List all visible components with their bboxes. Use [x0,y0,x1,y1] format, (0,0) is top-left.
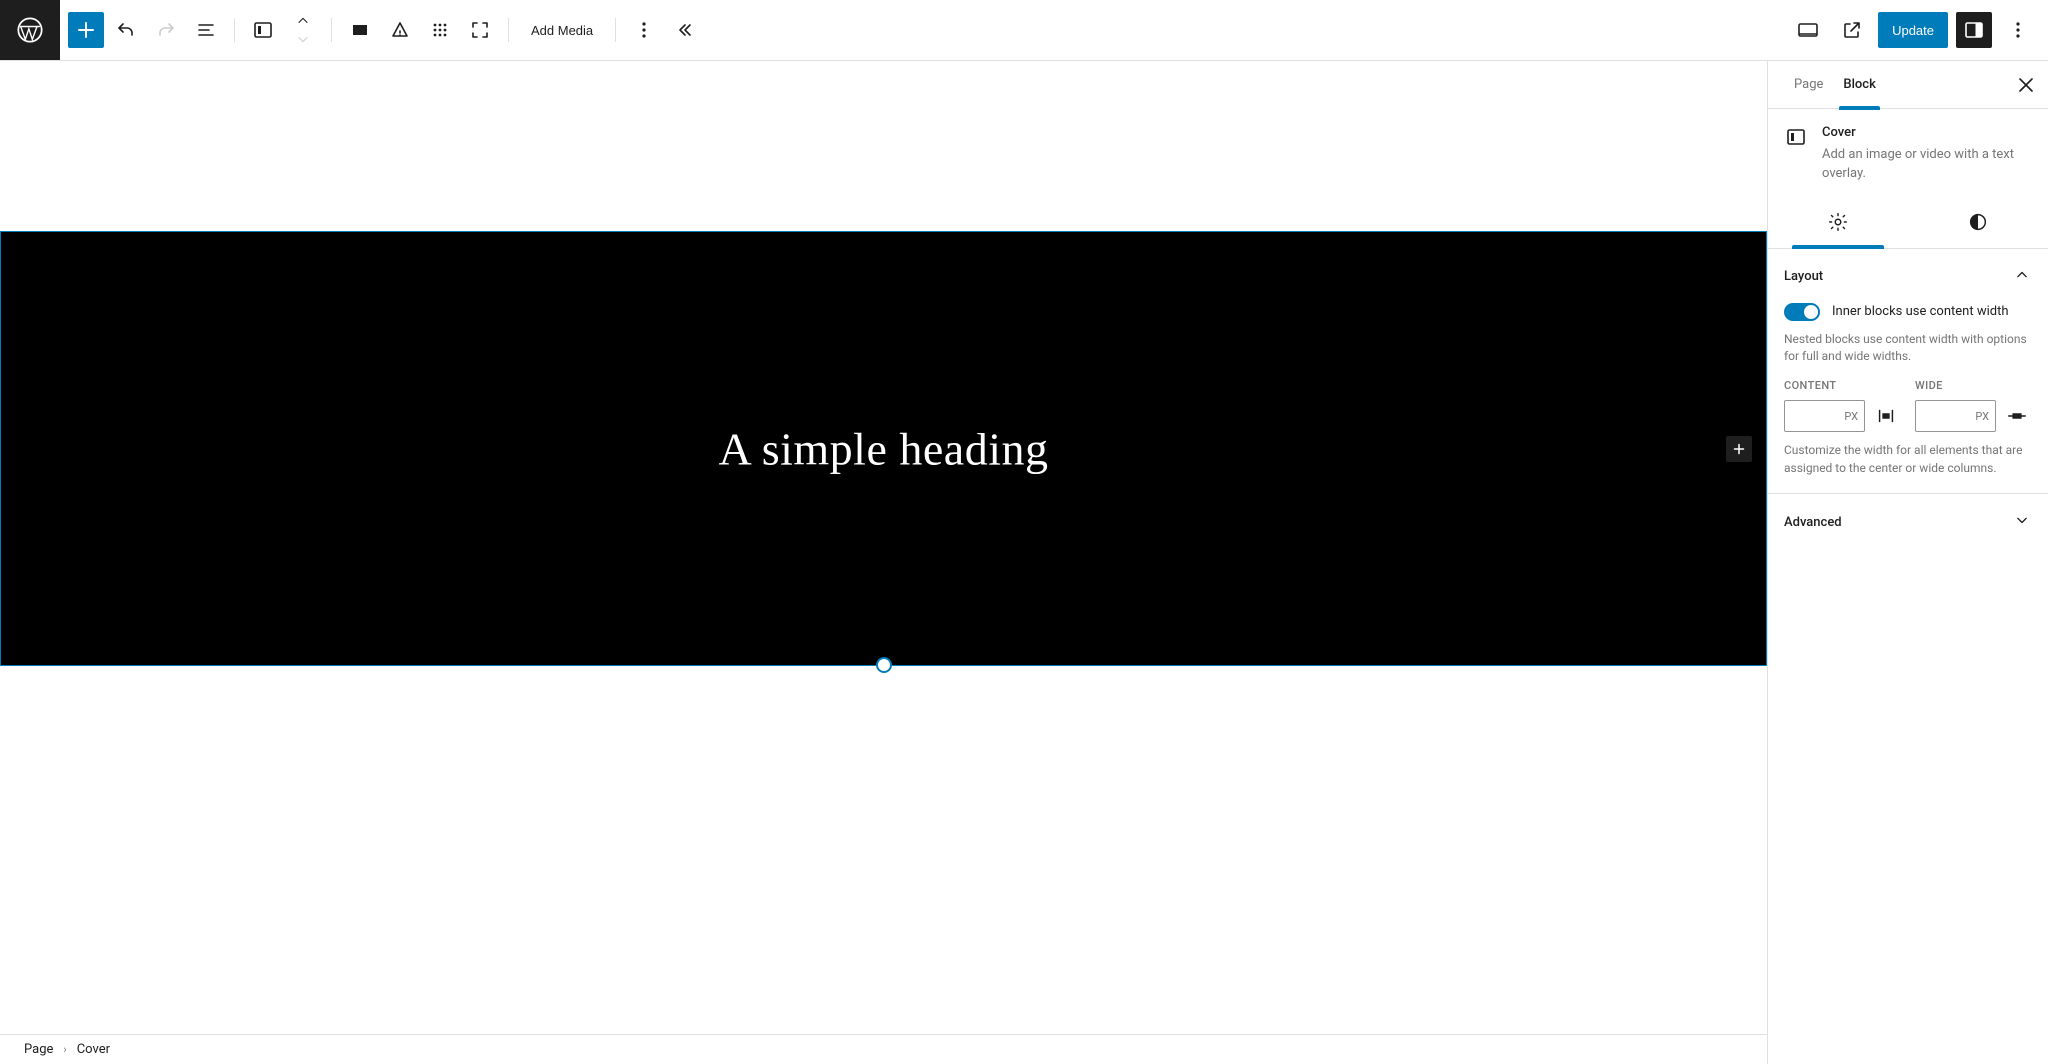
move-down-button[interactable] [285,30,321,48]
content-width-label: CONTENT [1784,379,1901,392]
resize-handle[interactable] [876,657,892,673]
content-width-icon[interactable] [1871,401,1901,431]
wide-width-icon[interactable] [2002,401,2032,431]
settings-subtab[interactable] [1768,200,1908,248]
add-media-button[interactable]: Add Media [519,12,605,48]
move-up-button[interactable] [285,12,321,30]
chevron-right-icon: › [63,1043,66,1056]
advanced-panel-header[interactable]: Advanced [1784,510,2032,534]
content-position-button[interactable] [382,12,418,48]
toolbar-separator [331,18,332,42]
layout-help-1: Nested blocks use content width with opt… [1784,331,2032,366]
block-description: Add an image or video with a text overla… [1822,146,2032,184]
document-overview-button[interactable] [188,12,224,48]
tab-page[interactable]: Page [1784,61,1833,109]
update-button[interactable]: Update [1878,12,1948,48]
inner-blocks-toggle-label: Inner blocks use content width [1832,304,2009,319]
unit-label: PX [1975,410,1989,423]
gear-icon [1827,211,1849,237]
add-block-button[interactable] [68,12,104,48]
close-sidebar-button[interactable] [2008,67,2044,103]
block-card: Cover Add an image or video with a text … [1768,109,2048,200]
align-button[interactable] [342,12,378,48]
collapse-toolbar-button[interactable] [666,12,702,48]
chevron-up-icon [2012,265,2032,289]
block-options-button[interactable] [626,12,662,48]
layout-help-2: Customize the width for all elements tha… [1784,442,2032,477]
settings-sidebar: Page Block Cover Add an image or video w… [1767,61,2048,1064]
styles-subtab[interactable] [1908,200,2048,248]
breadcrumb-root[interactable]: Page [24,1042,53,1057]
wide-width-label: WIDE [1915,379,2032,392]
layout-panel-header[interactable]: Layout [1784,265,2032,289]
advanced-panel-title: Advanced [1784,515,1842,530]
cover-block-icon[interactable] [245,12,281,48]
block-breadcrumb: Page › Cover [0,1034,1767,1064]
layout-panel-title: Layout [1784,269,1823,284]
top-toolbar: Add Media Update [0,0,2048,61]
redo-button[interactable] [148,12,184,48]
options-button[interactable] [2000,12,2036,48]
editor-canvas[interactable]: A simple heading [0,61,1767,1034]
settings-sidebar-button[interactable] [1956,12,1992,48]
wide-width-input[interactable]: PX [1915,400,1996,432]
wordpress-logo-button[interactable] [0,0,60,60]
view-page-button[interactable] [1834,12,1870,48]
tab-block[interactable]: Block [1833,61,1885,109]
inner-blocks-toggle[interactable] [1784,303,1820,321]
view-button[interactable] [1790,12,1826,48]
add-inner-block-button[interactable] [1726,436,1752,462]
advanced-panel: Advanced [1768,494,2048,550]
toggle-full-height-button[interactable] [422,12,458,48]
cover-icon [1784,125,1808,149]
toolbar-separator [615,18,616,42]
fullscreen-button[interactable] [462,12,498,48]
toolbar-separator [234,18,235,42]
layout-panel: Layout Inner blocks use content width Ne… [1768,249,2048,495]
unit-label: PX [1844,410,1858,423]
toolbar-separator [508,18,509,42]
styles-icon [1967,211,1989,237]
breadcrumb-current[interactable]: Cover [77,1042,110,1057]
cover-block[interactable]: A simple heading [0,231,1767,666]
undo-button[interactable] [108,12,144,48]
chevron-down-icon [2012,510,2032,534]
block-title: Cover [1822,125,2032,140]
content-width-input[interactable]: PX [1784,400,1865,432]
cover-heading[interactable]: A simple heading [719,422,1049,475]
